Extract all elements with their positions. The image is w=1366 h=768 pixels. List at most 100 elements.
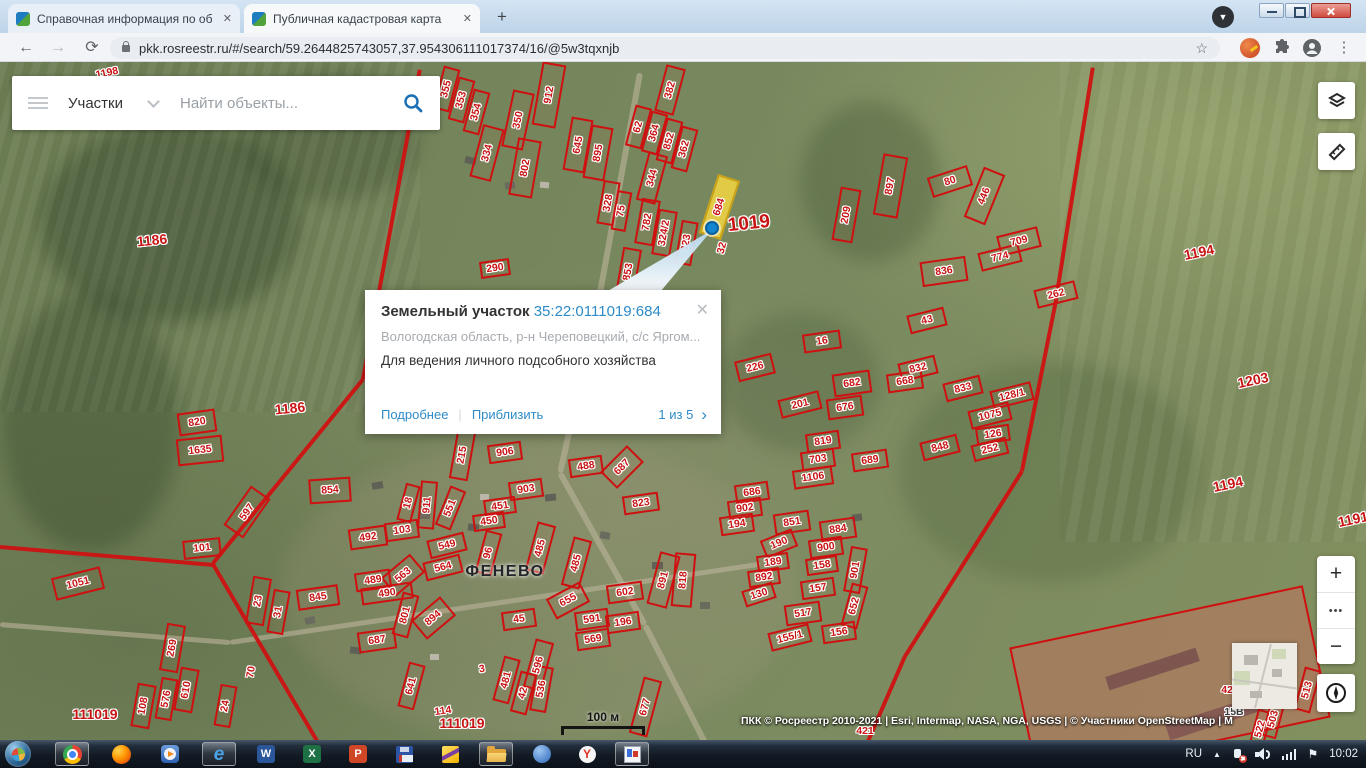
language-indicator[interactable]: RU: [1185, 748, 1202, 760]
start-button[interactable]: [5, 741, 31, 767]
parcel-label: 489: [363, 572, 383, 588]
menu-hamburger-icon[interactable]: [28, 96, 48, 110]
tab-search-button[interactable]: ▼: [1212, 6, 1234, 28]
taskbar-powerpoint[interactable]: P: [341, 742, 375, 766]
window-maximize-button[interactable]: [1285, 3, 1310, 18]
volume-tray-icon[interactable]: [1254, 747, 1271, 761]
parcel-label: 157: [808, 580, 828, 596]
tab-cadastral-map[interactable]: Публичная кадастровая карта ✕: [244, 4, 480, 33]
category-chevron-icon[interactable]: [147, 94, 160, 108]
profile-avatar-icon[interactable]: [1302, 38, 1322, 58]
map-search-panel: Участки: [12, 76, 440, 130]
search-icon[interactable]: [402, 92, 424, 114]
map-road: [0, 622, 231, 646]
zoom-more-button[interactable]: •••: [1317, 592, 1355, 628]
parcel-label: 111019: [72, 706, 118, 722]
building: [599, 531, 611, 540]
layers-button[interactable]: [1318, 82, 1355, 119]
search-input[interactable]: [178, 93, 402, 113]
chrome-icon: [62, 744, 82, 764]
action-center-flag-icon[interactable]: ⚑: [1307, 748, 1318, 760]
window-minimize-button[interactable]: [1259, 3, 1284, 18]
parcel-label: 854: [320, 483, 340, 497]
word-icon: W: [257, 745, 275, 763]
new-tab-button[interactable]: +: [492, 7, 512, 27]
parcel-label: 591: [582, 611, 602, 627]
tray-expand-icon[interactable]: ▲: [1213, 750, 1221, 759]
my-location-button[interactable]: [1317, 674, 1355, 712]
parcel-label: 101: [192, 541, 212, 555]
desktop-screen: Справочная информация по об ✕ Публичная …: [0, 0, 1366, 768]
extension-icon[interactable]: [1240, 38, 1260, 58]
parcel-label: 845: [308, 589, 328, 605]
map-canvas[interactable]: 1198 355 353 354 350 912 334 802 645 895 62 364 852 3…: [0, 62, 1366, 740]
parcel-label: 156: [829, 624, 849, 640]
zoom-out-button[interactable]: −: [1317, 628, 1355, 664]
next-result-icon[interactable]: ›: [701, 406, 707, 423]
parcel-label: 451: [490, 498, 510, 514]
cadastral-number-link[interactable]: 35:22:0111019:684: [534, 303, 661, 320]
details-link[interactable]: Подробнее: [381, 407, 448, 422]
taskbar-yandex[interactable]: Y: [570, 742, 604, 766]
network-tray-icon[interactable]: [1281, 748, 1297, 760]
zoom-to-link[interactable]: Приблизить: [472, 407, 544, 422]
taskbar-explorer[interactable]: [479, 742, 513, 766]
parcel-label: 450: [479, 513, 499, 529]
taskbar-internet-explorer[interactable]: e: [202, 742, 236, 766]
browser-menu-icon[interactable]: ⋮: [1336, 37, 1352, 59]
minimap-buildings: [1244, 655, 1258, 665]
parcel-type-label: Земельный участок: [381, 303, 530, 320]
bookmark-star-icon[interactable]: ☆: [1195, 40, 1208, 57]
parcel-label: 818: [676, 570, 690, 590]
selected-parcel-marker[interactable]: [705, 221, 719, 235]
tab-reference-info[interactable]: Справочная информация по об ✕: [8, 4, 240, 33]
back-button[interactable]: ←: [14, 36, 38, 60]
taskbar-firefox[interactable]: [104, 742, 138, 766]
parcel-label: 75: [614, 204, 628, 218]
https-lock-icon: [122, 40, 130, 52]
parcel-label: 196: [613, 614, 633, 630]
forward-button[interactable]: →: [46, 36, 70, 60]
minimap-buildings: [1272, 669, 1282, 677]
rosreestr-favicon: [16, 11, 30, 26]
tab-close-icon[interactable]: ✕: [223, 12, 232, 25]
taskbar-app-2[interactable]: [525, 742, 559, 766]
taskbar-paint[interactable]: [615, 742, 649, 766]
excel-icon: X: [303, 745, 321, 763]
popup-close-icon[interactable]: ✕: [696, 300, 709, 320]
taskbar-media-player[interactable]: [153, 742, 187, 766]
taskbar-app[interactable]: [433, 742, 467, 766]
taskbar-chrome[interactable]: [55, 742, 89, 766]
taskbar-excel[interactable]: X: [295, 742, 329, 766]
parcel-label: 906: [495, 444, 515, 460]
parcel-usage: Для ведения личного подсобного хозяйства: [381, 353, 656, 368]
scale-label: 100 м: [586, 710, 620, 724]
window-close-button[interactable]: [1311, 3, 1351, 18]
browser-tabstrip: Справочная информация по об ✕ Публичная …: [0, 0, 1366, 33]
parcel-label: 892: [754, 569, 774, 585]
paint-icon: [623, 745, 641, 763]
measure-button[interactable]: [1318, 133, 1355, 170]
reload-button[interactable]: ⟳: [80, 36, 104, 60]
address-bar[interactable]: pkk.rosreestr.ru/#/search/59.26448257430…: [110, 37, 1220, 59]
windows-logo-icon: [10, 746, 26, 762]
parcel-label: 23: [251, 594, 265, 608]
parcel-label: 290: [485, 260, 505, 276]
taskbar-save-app[interactable]: [387, 742, 421, 766]
taskbar-word[interactable]: W: [249, 742, 283, 766]
parcel-label: 903: [516, 481, 536, 497]
parcel-label: 189: [763, 554, 783, 570]
overview-minimap[interactable]: [1232, 643, 1297, 709]
parcel-label: 687: [367, 632, 387, 648]
search-category-dropdown[interactable]: Участки: [68, 95, 123, 112]
system-tray: RU ▲ ⚑ 10:02: [1185, 740, 1358, 768]
power-tray-icon[interactable]: [1232, 748, 1247, 763]
tab-close-icon[interactable]: ✕: [463, 12, 472, 25]
yandex-icon: Y: [578, 745, 596, 763]
clock[interactable]: 10:02: [1329, 748, 1358, 760]
extensions-puzzle-icon[interactable]: [1272, 38, 1292, 58]
zoom-in-button[interactable]: +: [1317, 556, 1355, 592]
parcel-label: 602: [615, 584, 635, 600]
parcel-label: 32: [714, 240, 730, 256]
error-badge: [1238, 754, 1247, 763]
